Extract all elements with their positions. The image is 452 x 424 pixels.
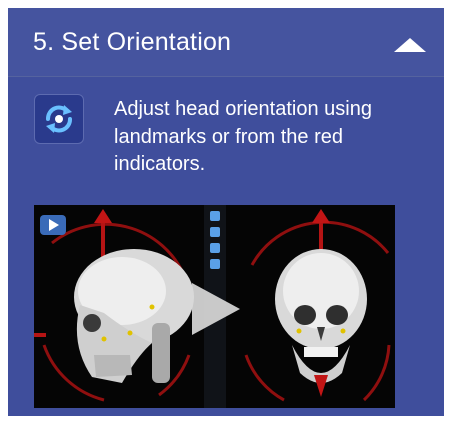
rotate-icon: [34, 94, 84, 144]
video-frame: [34, 205, 395, 408]
video-thumbnail[interactable]: [34, 205, 395, 408]
section-title: 5. Set Orientation: [33, 28, 232, 56]
rotate-icon-graphic: [46, 105, 72, 133]
orientation-panel: 5. Set Orientation Adjust head orientati…: [8, 8, 444, 416]
chevron-up-icon[interactable]: [394, 38, 426, 52]
step-description: Adjust head orientation using landmarks …: [114, 98, 372, 175]
section-header[interactable]: 5. Set Orientation: [8, 8, 444, 77]
youtube-icon: [40, 215, 66, 235]
